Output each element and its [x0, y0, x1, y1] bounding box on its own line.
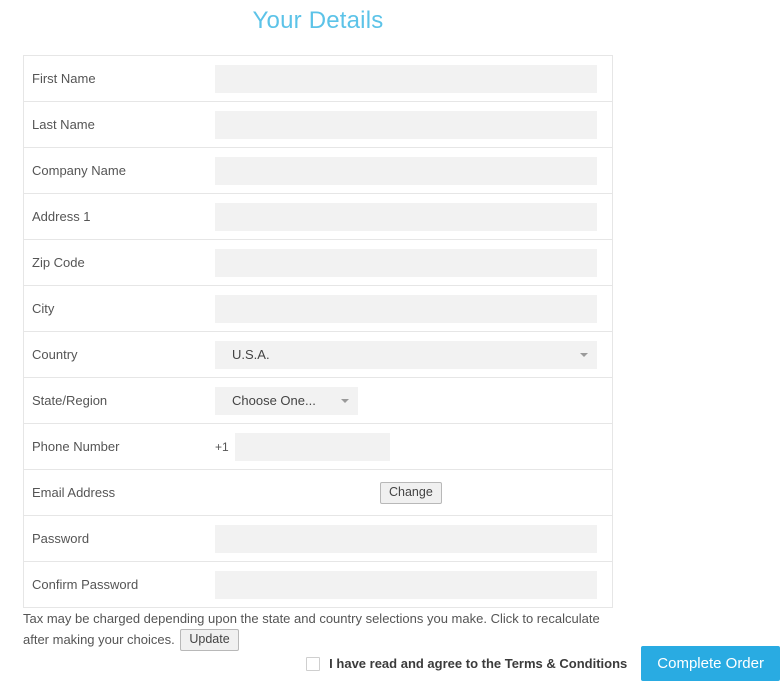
change-email-button[interactable]: Change — [380, 481, 442, 504]
password-input[interactable] — [215, 524, 597, 553]
state-region-select[interactable]: Choose One... — [215, 386, 358, 415]
first-name-input[interactable] — [215, 64, 597, 93]
zip-code-input[interactable] — [215, 248, 597, 277]
field-zip-code — [215, 248, 604, 277]
label-first-name: First Name — [32, 70, 96, 86]
field-state-region: Choose One... — [215, 386, 604, 415]
label-zip-code: Zip Code — [32, 254, 85, 270]
label-phone-number: Phone Number — [32, 438, 120, 454]
terms-agreement: I have read and agree to the Terms & Con… — [306, 656, 627, 672]
phone-number-input[interactable] — [234, 432, 390, 461]
terms-checkbox[interactable] — [306, 656, 321, 671]
last-name-input[interactable] — [215, 110, 597, 139]
form-row-last-name: Last Name — [24, 102, 612, 148]
details-form-table: First Name Last Name Company Name Addres… — [23, 55, 613, 608]
page-title: Your Details — [252, 7, 384, 34]
field-country: U.S.A. — [215, 340, 604, 369]
field-first-name — [215, 64, 604, 93]
form-row-confirm-password: Confirm Password — [24, 562, 612, 608]
tax-note-text: Tax may be charged depending upon the st… — [23, 611, 600, 647]
form-row-password: Password — [24, 516, 612, 562]
form-row-phone-number: Phone Number +1 — [24, 424, 612, 470]
checkout-details-page: Your Details First Name Last Name Compan… — [0, 0, 780, 693]
form-row-address-1: Address 1 — [24, 194, 612, 240]
field-city — [215, 294, 604, 323]
field-address-1 — [215, 202, 604, 231]
label-confirm-password: Confirm Password — [32, 576, 139, 592]
field-email-address: Change — [215, 481, 604, 504]
address-1-input[interactable] — [215, 202, 597, 231]
checkout-actions-bar: I have read and agree to the Terms & Con… — [306, 646, 780, 681]
form-row-company-name: Company Name — [24, 148, 612, 194]
update-button[interactable]: Update — [180, 629, 239, 651]
form-row-state-region: State/Region Choose One... — [24, 378, 612, 424]
label-state-region: State/Region — [32, 392, 108, 408]
phone-country-prefix: +1 — [215, 439, 229, 454]
country-select[interactable]: U.S.A. — [215, 340, 597, 369]
complete-order-button[interactable]: Complete Order — [641, 646, 780, 681]
field-company-name — [215, 156, 604, 185]
form-row-first-name: First Name — [24, 56, 612, 102]
state-region-select-value: Choose One... — [232, 392, 316, 408]
label-city: City — [32, 300, 55, 316]
field-last-name — [215, 110, 604, 139]
form-row-zip-code: Zip Code — [24, 240, 612, 286]
form-row-email-address: Email Address Change — [24, 470, 612, 516]
label-email-address: Email Address — [32, 484, 116, 500]
field-confirm-password — [215, 570, 604, 599]
label-company-name: Company Name — [32, 162, 126, 178]
chevron-down-icon — [341, 398, 349, 403]
company-name-input[interactable] — [215, 156, 597, 185]
field-phone-number: +1 — [215, 432, 604, 461]
form-row-country: Country U.S.A. — [24, 332, 612, 378]
chevron-down-icon — [580, 352, 588, 357]
label-address-1: Address 1 — [32, 208, 91, 224]
label-country: Country — [32, 346, 78, 362]
label-password: Password — [32, 530, 90, 546]
form-row-city: City — [24, 286, 612, 332]
field-password — [215, 524, 604, 553]
tax-note: Tax may be charged depending upon the st… — [23, 608, 623, 651]
label-last-name: Last Name — [32, 116, 95, 132]
country-select-value: U.S.A. — [232, 346, 270, 362]
confirm-password-input[interactable] — [215, 570, 597, 599]
terms-label[interactable]: I have read and agree to the Terms & Con… — [329, 656, 627, 672]
city-input[interactable] — [215, 294, 597, 323]
